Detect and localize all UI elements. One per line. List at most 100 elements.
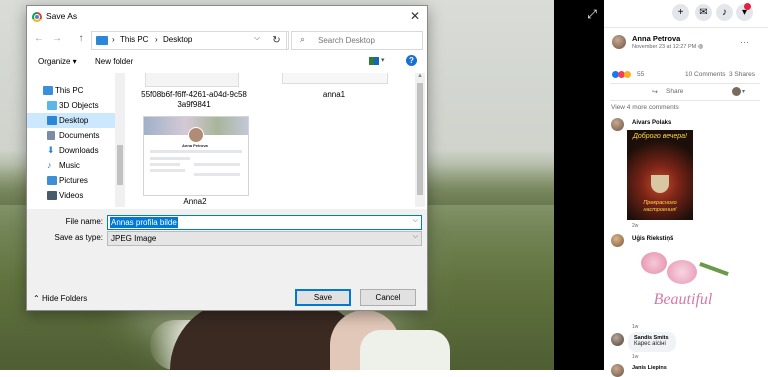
help-icon[interactable]: ? [406,55,417,66]
sidebar-item-documents[interactable]: Documents [27,128,115,143]
hide-folders-toggle[interactable]: ⌃ Hide Folders [33,294,87,303]
commenter-name[interactable]: Uģis Riekstiņš [632,236,673,242]
sidebar-item-pictures[interactable]: Pictures [27,173,115,188]
chevron-down-icon[interactable]: ⌵ [413,233,418,241]
scrollbar-thumb[interactable] [417,83,423,195]
commenter-name[interactable]: Janis Liepins [632,365,667,371]
address-dropdown-icon[interactable]: ⌵ [254,33,260,43]
file-thumbnail-anna2[interactable]: Anna Petrova [143,116,249,196]
new-folder-button[interactable]: New folder [95,57,133,66]
comments-count[interactable]: 10 Comments [685,71,725,78]
cancel-button[interactable]: Cancel [360,289,416,306]
thumbnail-bar [194,173,240,176]
view-dropdown-icon[interactable]: ▾ [381,56,385,64]
save-options-panel: File name: Annas profila bilde ⌵ Save as… [27,209,427,310]
search-input[interactable]: ⌕ Search Desktop [291,31,423,50]
sidebar-item-music[interactable]: ♪ Music [27,158,115,173]
vase [651,175,669,193]
rose-stem [699,261,729,277]
chevron-down-icon[interactable]: ▾ [742,88,745,95]
photo-viewer-sidebar-gap [554,0,604,370]
view-options-icon[interactable] [369,57,379,65]
reactions-count[interactable]: 55 [637,71,644,78]
file-list: 55f08b6f-f6ff-4261-a04d-9c58 3a9f9841 an… [125,73,415,207]
comment-image-rose[interactable]: Beautiful [627,245,739,321]
chevron-down-icon[interactable]: ⌵ [413,217,418,225]
commenter-name[interactable]: Aivars Polaks [632,120,671,126]
thumbnail-bar [150,150,242,153]
file-thumbnail[interactable] [282,73,388,84]
hide-folders-label: Hide Folders [41,294,88,303]
comment-bubble: Sandis Smits Карес аісіні [628,332,676,352]
chevron-up-icon: ⌃ [33,294,40,303]
sidebar-item-label: 3D Objects [59,101,99,110]
cube-icon [47,101,57,110]
post-options-icon[interactable]: ··· [740,37,749,47]
image-caption-bottom: Прекрасного настроения! [643,200,677,213]
shares-count[interactable]: 3 Shares [729,71,755,78]
file-name[interactable]: anna1 [282,90,386,100]
save-as-dialog: Save As ✕ ← → ↑ › This PC › Desktop ⌵ ↻ … [26,5,428,311]
dialog-toolbar: Organize ▾ New folder ▾ ? [27,52,427,72]
notifications-icon[interactable]: ♪ [716,4,733,21]
sidebar-item-label: This PC [55,86,84,95]
refresh-icon[interactable]: ↻ [267,31,287,50]
close-icon[interactable]: ✕ [408,9,422,23]
sidebar-item-downloads[interactable]: ⬇ Downloads [27,143,115,158]
commenter-avatar[interactable] [611,333,624,346]
forward-arrow-icon[interactable]: → [51,33,63,45]
post-author[interactable]: Anna Petrova [632,34,680,43]
view-more-comments[interactable]: View 4 more comments [611,104,679,111]
scrollbar-thumb[interactable] [117,145,123,185]
reactions-divider [610,83,760,84]
save-type-select[interactable]: JPEG Image ⌵ [107,231,422,246]
image-caption: Beautiful [653,291,713,308]
comment-as-avatar[interactable] [732,87,741,96]
breadcrumb-separator: › [112,35,115,44]
breadcrumb-this-pc[interactable]: This PC [120,35,148,44]
save-type-label: Save as type: [54,233,103,242]
sidebar-item-desktop[interactable]: Desktop [27,113,115,128]
comment-image-flowers[interactable]: Доброго вечера! Прекрасного настроения! [627,130,693,220]
add-icon[interactable]: + [672,4,689,21]
messenger-icon[interactable]: ✉ [695,4,712,21]
breadcrumb-desktop[interactable]: Desktop [163,35,192,44]
back-arrow-icon[interactable]: ← [33,33,45,45]
comment-time[interactable]: 1w [632,324,638,330]
commenter-avatar[interactable] [611,118,624,131]
file-name-input[interactable]: Annas profila bilde ⌵ [107,215,422,230]
post-date[interactable]: November 23 at 12:27 PM · [632,44,700,50]
commenter-avatar[interactable] [611,234,624,247]
file-thumbnail[interactable] [145,73,239,87]
comment-time[interactable]: 2w [632,223,638,229]
thumbnail-bar [194,163,240,166]
navigation-scrollbar[interactable] [115,73,125,207]
folder-icon [96,36,108,45]
thumbnail-bar [150,169,185,172]
desktop-icon [47,116,57,125]
music-icon: ♪ [47,160,52,170]
file-list-scrollbar[interactable]: ▲ [415,73,425,207]
up-arrow-icon[interactable]: ↑ [75,33,87,45]
thumbnail-bar [150,163,180,166]
expand-icon[interactable]: ⤢ [585,7,599,21]
sidebar-item-3d-objects[interactable]: 3D Objects [27,98,115,113]
address-bar[interactable]: › This PC › Desktop ⌵ [91,31,289,50]
commenter-avatar[interactable] [611,364,624,377]
sidebar-item-videos[interactable]: Videos [27,188,115,203]
save-button[interactable]: Save [295,289,351,306]
comment-time[interactable]: 1w [632,354,638,360]
share-button[interactable]: Share [666,88,683,95]
file-name[interactable]: Anna2 [143,197,247,207]
dialog-titlebar[interactable]: Save As ✕ [27,6,427,28]
sidebar-item-label: Desktop [59,116,89,125]
file-name-line[interactable]: 3a9f9841 [139,100,249,110]
file-name-value[interactable]: Annas profila bilde [110,217,178,228]
sidebar-item-this-pc[interactable]: This PC [27,83,115,98]
organize-button[interactable]: Organize ▾ [38,57,77,66]
scroll-up-icon[interactable]: ▲ [417,73,423,79]
image-caption-top: Доброго вечера! [632,133,687,140]
author-avatar[interactable] [612,35,626,49]
computer-icon [43,86,53,95]
file-name-line[interactable]: 55f08b6f-f6ff-4261-a04d-9c58 [139,90,249,100]
